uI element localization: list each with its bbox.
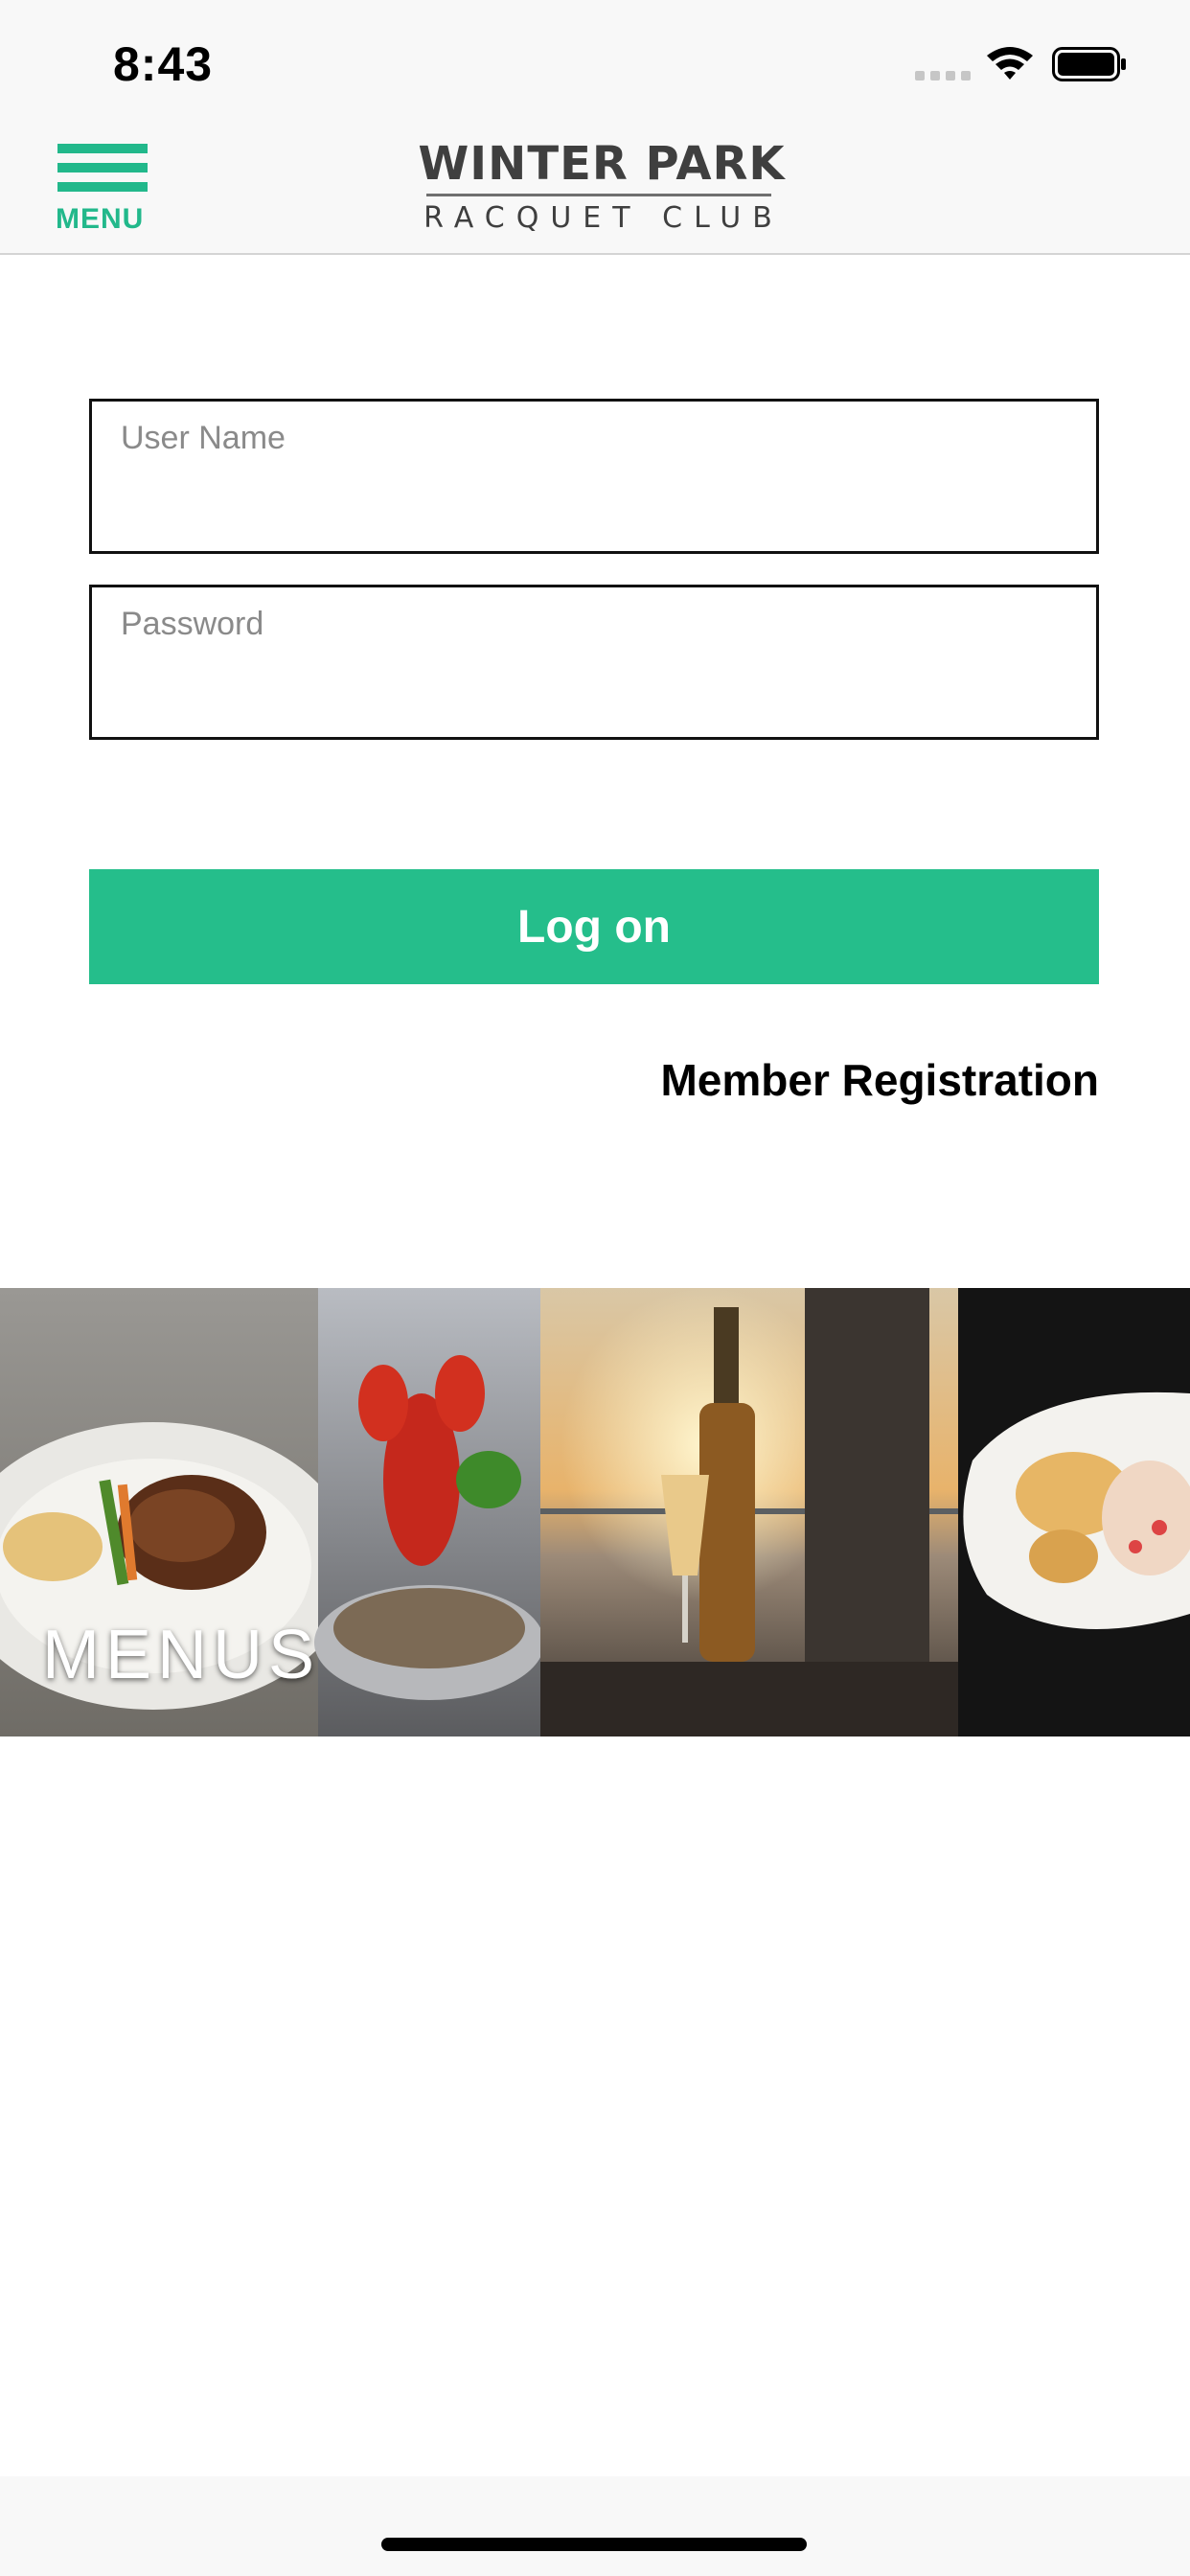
home-indicator[interactable]: [381, 2538, 807, 2551]
logo-divider: [426, 194, 771, 196]
menu-button[interactable]: MENU: [54, 144, 149, 238]
logo-title: WINTER PARK: [418, 137, 786, 191]
username-input[interactable]: [121, 411, 1060, 465]
nav-bar: MENU WINTER PARK RACQUET CLUB: [0, 125, 1190, 255]
username-field[interactable]: [89, 399, 1099, 554]
battery-icon: [1052, 47, 1126, 81]
password-input[interactable]: [121, 597, 1060, 651]
menus-banner-label: MENUS: [42, 1617, 321, 1693]
wifi-icon: [987, 47, 1033, 80]
logo-subtitle: RACQUET CLUB: [423, 201, 784, 235]
logon-button[interactable]: Log on: [89, 869, 1099, 984]
hamburger-icon: [54, 144, 149, 192]
status-bar: 8:43: [0, 0, 1190, 125]
status-time: 8:43: [113, 37, 214, 91]
club-logo: WINTER PARK RACQUET CLUB: [412, 138, 786, 243]
bottom-bar: [0, 2476, 1190, 2576]
menu-label: MENU: [56, 203, 145, 235]
signal-icon: [915, 71, 971, 80]
member-registration-link[interactable]: Member Registration: [660, 1054, 1099, 1106]
password-field[interactable]: [89, 585, 1099, 740]
